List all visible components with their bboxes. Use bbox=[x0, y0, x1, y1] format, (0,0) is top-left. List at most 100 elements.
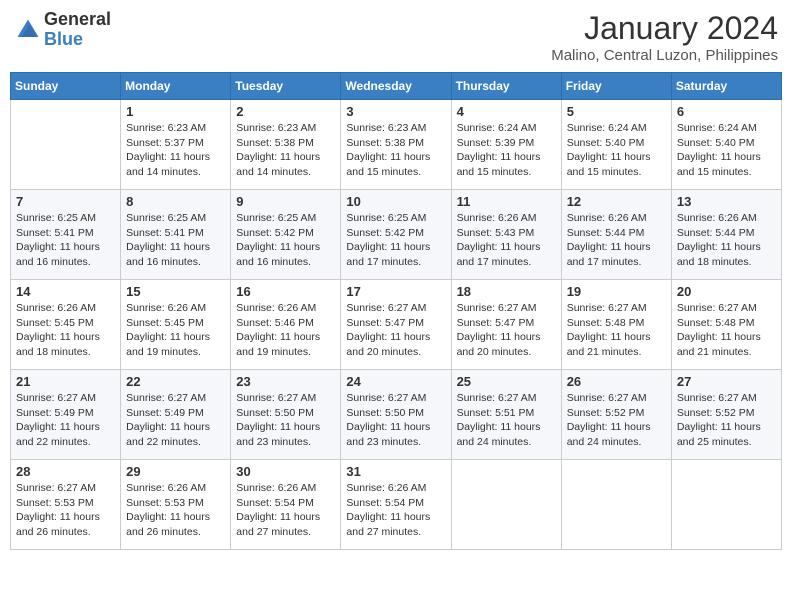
cell-info: Sunrise: 6:24 AM Sunset: 5:39 PM Dayligh… bbox=[457, 121, 556, 180]
cell-info: Sunrise: 6:27 AM Sunset: 5:52 PM Dayligh… bbox=[567, 391, 666, 450]
cell-info: Sunrise: 6:26 AM Sunset: 5:44 PM Dayligh… bbox=[567, 211, 666, 270]
calendar-cell: 9 Sunrise: 6:25 AM Sunset: 5:42 PM Daylig… bbox=[231, 190, 341, 280]
weekday-header-saturday: Saturday bbox=[671, 73, 781, 100]
day-number: 15 bbox=[126, 284, 225, 299]
day-number: 6 bbox=[677, 104, 776, 119]
calendar-cell: 20Sunrise: 6:27 AM Sunset: 5:48 PM Dayli… bbox=[671, 280, 781, 370]
calendar-cell bbox=[11, 100, 121, 190]
day-number: 28 bbox=[16, 464, 115, 479]
cell-info: Sunrise: 6:27 AM Sunset: 5:53 PM Dayligh… bbox=[16, 481, 115, 540]
day-number: 20 bbox=[677, 284, 776, 299]
calendar-cell: 3 Sunrise: 6:23 AM Sunset: 5:38 PM Daylig… bbox=[341, 100, 451, 190]
cell-info: Sunrise: 6:24 AM Sunset: 5:40 PM Dayligh… bbox=[567, 121, 666, 180]
logo-general-text: General bbox=[44, 9, 111, 29]
cell-info: Sunrise: 6:24 AM Sunset: 5:40 PM Dayligh… bbox=[677, 121, 776, 180]
calendar-cell: 17Sunrise: 6:27 AM Sunset: 5:47 PM Dayli… bbox=[341, 280, 451, 370]
weekday-header-friday: Friday bbox=[561, 73, 671, 100]
cell-info: Sunrise: 6:27 AM Sunset: 5:50 PM Dayligh… bbox=[236, 391, 335, 450]
calendar-cell: 10 Sunrise: 6:25 AM Sunset: 5:42 PM Dayli… bbox=[341, 190, 451, 280]
weekday-header-sunday: Sunday bbox=[11, 73, 121, 100]
day-number: 29 bbox=[126, 464, 225, 479]
weekday-header-tuesday: Tuesday bbox=[231, 73, 341, 100]
day-number: 5 bbox=[567, 104, 666, 119]
calendar-cell: 31 Sunrise: 6:26 AM Sunset: 5:54 PM Dayli… bbox=[341, 460, 451, 550]
cell-info: Sunrise: 6:26 AM Sunset: 5:43 PM Dayligh… bbox=[457, 211, 556, 270]
calendar-cell bbox=[671, 460, 781, 550]
day-number: 9 bbox=[236, 194, 335, 209]
calendar-cell: 13 Sunrise: 6:26 AM Sunset: 5:44 PM Dayli… bbox=[671, 190, 781, 280]
day-number: 7 bbox=[16, 194, 115, 209]
cell-info: Sunrise: 6:23 AM Sunset: 5:38 PM Dayligh… bbox=[236, 121, 335, 180]
day-number: 31 bbox=[346, 464, 445, 479]
calendar-cell: 7 Sunrise: 6:25 AM Sunset: 5:41 PM Daylig… bbox=[11, 190, 121, 280]
cell-info: Sunrise: 6:26 AM Sunset: 5:54 PM Dayligh… bbox=[346, 481, 445, 540]
calendar-cell: 27 Sunrise: 6:27 AM Sunset: 5:52 PM Dayli… bbox=[671, 370, 781, 460]
weekday-header-wednesday: Wednesday bbox=[341, 73, 451, 100]
day-number: 3 bbox=[346, 104, 445, 119]
calendar-cell: 5 Sunrise: 6:24 AM Sunset: 5:40 PM Daylig… bbox=[561, 100, 671, 190]
logo-icon bbox=[14, 16, 42, 44]
cell-info: Sunrise: 6:25 AM Sunset: 5:41 PM Dayligh… bbox=[126, 211, 225, 270]
day-number: 21 bbox=[16, 374, 115, 389]
day-number: 24 bbox=[346, 374, 445, 389]
calendar-cell: 23 Sunrise: 6:27 AM Sunset: 5:50 PM Dayli… bbox=[231, 370, 341, 460]
calendar-cell: 4 Sunrise: 6:24 AM Sunset: 5:39 PM Daylig… bbox=[451, 100, 561, 190]
day-number: 30 bbox=[236, 464, 335, 479]
day-number: 13 bbox=[677, 194, 776, 209]
calendar-cell: 15 Sunrise: 6:26 AM Sunset: 5:45 PM Dayli… bbox=[121, 280, 231, 370]
weekday-header-monday: Monday bbox=[121, 73, 231, 100]
cell-info: Sunrise: 6:27 AM Sunset: 5:49 PM Dayligh… bbox=[16, 391, 115, 450]
logo: General Blue bbox=[14, 10, 111, 50]
day-number: 8 bbox=[126, 194, 225, 209]
page-header: General Blue January 2024 Malino, Centra… bbox=[10, 10, 782, 64]
cell-info: Sunrise: 6:25 AM Sunset: 5:41 PM Dayligh… bbox=[16, 211, 115, 270]
calendar-cell: 22Sunrise: 6:27 AM Sunset: 5:49 PM Dayli… bbox=[121, 370, 231, 460]
calendar-cell bbox=[561, 460, 671, 550]
day-number: 10 bbox=[346, 194, 445, 209]
cell-info: Sunrise: 6:25 AM Sunset: 5:42 PM Dayligh… bbox=[346, 211, 445, 270]
day-number: 12 bbox=[567, 194, 666, 209]
cell-info: Sunrise: 6:23 AM Sunset: 5:38 PM Dayligh… bbox=[346, 121, 445, 180]
calendar-cell: 29 Sunrise: 6:26 AM Sunset: 5:53 PM Dayli… bbox=[121, 460, 231, 550]
day-number: 19 bbox=[567, 284, 666, 299]
calendar-table: SundayMondayTuesdayWednesdayThursdayFrid… bbox=[10, 72, 782, 550]
cell-info: Sunrise: 6:27 AM Sunset: 5:51 PM Dayligh… bbox=[457, 391, 556, 450]
day-number: 27 bbox=[677, 374, 776, 389]
cell-info: Sunrise: 6:26 AM Sunset: 5:45 PM Dayligh… bbox=[126, 301, 225, 360]
day-number: 18 bbox=[457, 284, 556, 299]
title-block: January 2024 Malino, Central Luzon, Phil… bbox=[551, 10, 778, 64]
day-number: 1 bbox=[126, 104, 225, 119]
cell-info: Sunrise: 6:26 AM Sunset: 5:45 PM Dayligh… bbox=[16, 301, 115, 360]
logo-blue-text: Blue bbox=[44, 29, 83, 49]
calendar-cell bbox=[451, 460, 561, 550]
cell-info: Sunrise: 6:27 AM Sunset: 5:52 PM Dayligh… bbox=[677, 391, 776, 450]
day-number: 4 bbox=[457, 104, 556, 119]
calendar-cell: 24Sunrise: 6:27 AM Sunset: 5:50 PM Dayli… bbox=[341, 370, 451, 460]
calendar-cell: 14Sunrise: 6:26 AM Sunset: 5:45 PM Dayli… bbox=[11, 280, 121, 370]
day-number: 25 bbox=[457, 374, 556, 389]
calendar-cell: 21 Sunrise: 6:27 AM Sunset: 5:49 PM Dayli… bbox=[11, 370, 121, 460]
calendar-cell: 1 Sunrise: 6:23 AM Sunset: 5:37 PM Daylig… bbox=[121, 100, 231, 190]
cell-info: Sunrise: 6:26 AM Sunset: 5:54 PM Dayligh… bbox=[236, 481, 335, 540]
calendar-cell: 12 Sunrise: 6:26 AM Sunset: 5:44 PM Dayli… bbox=[561, 190, 671, 280]
day-number: 11 bbox=[457, 194, 556, 209]
cell-info: Sunrise: 6:27 AM Sunset: 5:48 PM Dayligh… bbox=[567, 301, 666, 360]
calendar-cell: 18 Sunrise: 6:27 AM Sunset: 5:47 PM Dayli… bbox=[451, 280, 561, 370]
calendar-cell: 30 Sunrise: 6:26 AM Sunset: 5:54 PM Dayli… bbox=[231, 460, 341, 550]
month-title: January 2024 bbox=[551, 10, 778, 47]
calendar-cell: 28 Sunrise: 6:27 AM Sunset: 5:53 PM Dayli… bbox=[11, 460, 121, 550]
calendar-cell: 2 Sunrise: 6:23 AM Sunset: 5:38 PM Daylig… bbox=[231, 100, 341, 190]
cell-info: Sunrise: 6:23 AM Sunset: 5:37 PM Dayligh… bbox=[126, 121, 225, 180]
calendar-cell: 8 Sunrise: 6:25 AM Sunset: 5:41 PM Daylig… bbox=[121, 190, 231, 280]
calendar-cell: 16Sunrise: 6:26 AM Sunset: 5:46 PM Dayli… bbox=[231, 280, 341, 370]
day-number: 2 bbox=[236, 104, 335, 119]
cell-info: Sunrise: 6:27 AM Sunset: 5:47 PM Dayligh… bbox=[457, 301, 556, 360]
day-number: 23 bbox=[236, 374, 335, 389]
cell-info: Sunrise: 6:26 AM Sunset: 5:46 PM Dayligh… bbox=[236, 301, 335, 360]
day-number: 26 bbox=[567, 374, 666, 389]
cell-info: Sunrise: 6:26 AM Sunset: 5:53 PM Dayligh… bbox=[126, 481, 225, 540]
cell-info: Sunrise: 6:26 AM Sunset: 5:44 PM Dayligh… bbox=[677, 211, 776, 270]
calendar-cell: 11 Sunrise: 6:26 AM Sunset: 5:43 PM Dayli… bbox=[451, 190, 561, 280]
cell-info: Sunrise: 6:27 AM Sunset: 5:47 PM Dayligh… bbox=[346, 301, 445, 360]
cell-info: Sunrise: 6:25 AM Sunset: 5:42 PM Dayligh… bbox=[236, 211, 335, 270]
